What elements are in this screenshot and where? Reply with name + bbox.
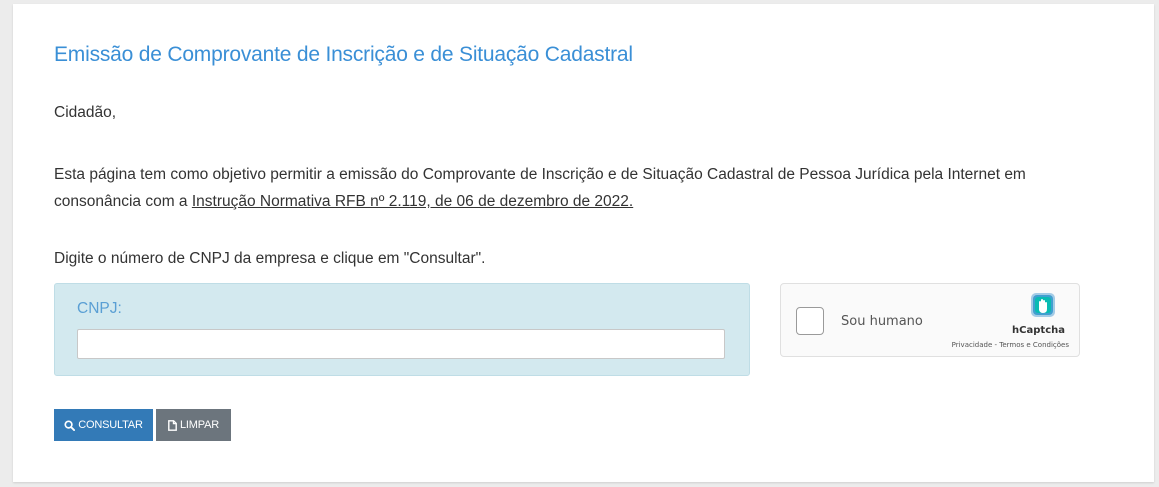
limpar-button[interactable]: LIMPAR [156,409,231,441]
instruction-text: Digite o número de CNPJ da empresa e cli… [54,250,486,267]
greeting-text: Cidadão, [54,104,117,121]
terms-link[interactable]: Termos e Condições [999,341,1069,349]
captcha-checkbox[interactable] [796,307,824,335]
hcaptcha-brand: hCaptcha [1012,325,1065,336]
cnpj-label: CNPJ: [77,300,122,317]
instrucao-normativa-link[interactable]: Instrução Normativa RFB nº 2.119, de 06 … [192,193,633,210]
consultar-label: CONSULTAR [78,419,143,431]
hcaptcha-widget: Sou humano hCaptcha Privacidade - Termos… [780,283,1080,357]
search-icon [64,419,76,431]
cnpj-input[interactable] [77,329,725,359]
privacy-link[interactable]: Privacidade [952,341,993,349]
cnpj-form-panel: CNPJ: [54,283,750,376]
consultar-button[interactable]: CONSULTAR [54,409,153,441]
hcaptcha-hand-icon [1031,293,1055,317]
description-paragraph: Esta página tem como objetivo permitir a… [54,161,1094,215]
captcha-checkbox-label: Sou humano [841,314,923,329]
document-icon [168,419,177,431]
page-title: Emissão de Comprovante de Inscrição e de… [54,43,633,66]
captcha-links: Privacidade - Termos e Condições [952,341,1069,349]
main-panel: Emissão de Comprovante de Inscrição e de… [13,4,1154,482]
limpar-label: LIMPAR [180,419,219,431]
